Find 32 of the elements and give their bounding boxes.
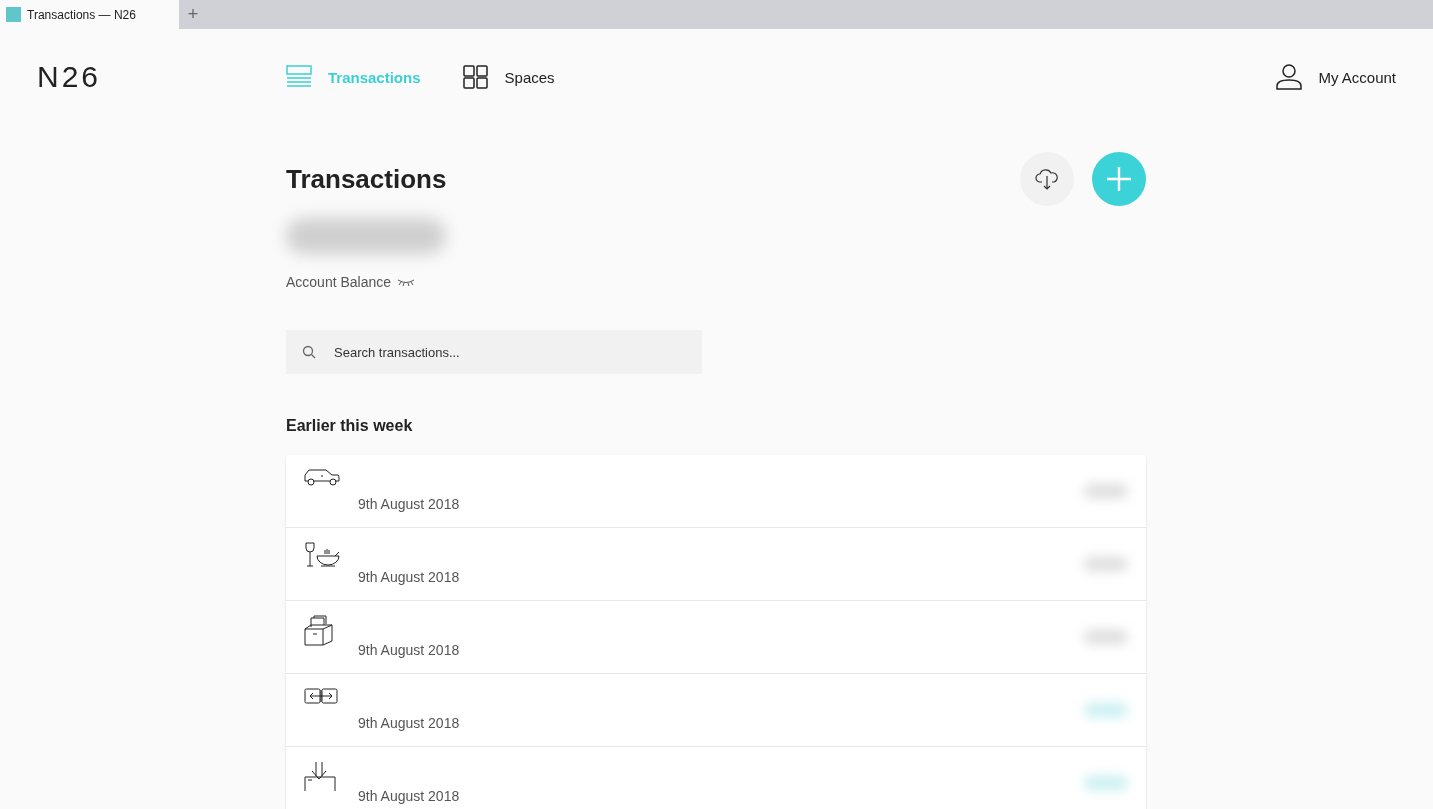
deposit-icon <box>304 761 336 791</box>
transaction-row[interactable]: 9th August 2018 <box>286 455 1146 528</box>
search-field[interactable]: Search transactions... <box>286 330 702 374</box>
search-icon <box>302 345 316 359</box>
person-icon <box>1276 64 1303 90</box>
account-link[interactable]: My Account <box>1276 64 1396 90</box>
nav-tab[interactable]: Spaces <box>462 65 555 89</box>
list-icon <box>286 65 312 89</box>
browser-tab[interactable]: Transactions — N26 <box>0 0 179 29</box>
transaction-date: 9th August 2018 <box>358 569 461 585</box>
transaction-row[interactable]: 9th August 2018 <box>286 747 1146 809</box>
transfer-arrows-icon <box>304 688 338 704</box>
grid-icon <box>462 65 489 89</box>
transaction-row[interactable]: 9th August 2018 <box>286 528 1146 601</box>
transaction-row[interactable]: 9th August 2018 <box>286 601 1146 674</box>
car-icon <box>304 469 340 487</box>
transaction-date: 9th August 2018 <box>358 642 461 658</box>
plus-icon <box>1107 167 1131 191</box>
balance-label: Account Balance <box>286 274 392 290</box>
transaction-date: 9th August 2018 <box>358 715 461 731</box>
box-icon <box>304 615 334 647</box>
transaction-date: 9th August 2018 <box>358 496 461 512</box>
logo[interactable]: N26 <box>37 60 286 94</box>
wine-and-bowl-icon <box>304 542 340 568</box>
favicon-icon <box>6 7 21 22</box>
new-tab-button[interactable]: + <box>179 0 207 29</box>
closed-eye-icon[interactable] <box>397 278 416 286</box>
page-title: Transactions <box>286 163 447 195</box>
section-title: Earlier this week <box>286 417 414 435</box>
transaction-date: 9th August 2018 <box>358 788 461 804</box>
transaction-row[interactable]: 9th August 2018 <box>286 674 1146 747</box>
cloud-download-icon <box>1035 168 1059 190</box>
